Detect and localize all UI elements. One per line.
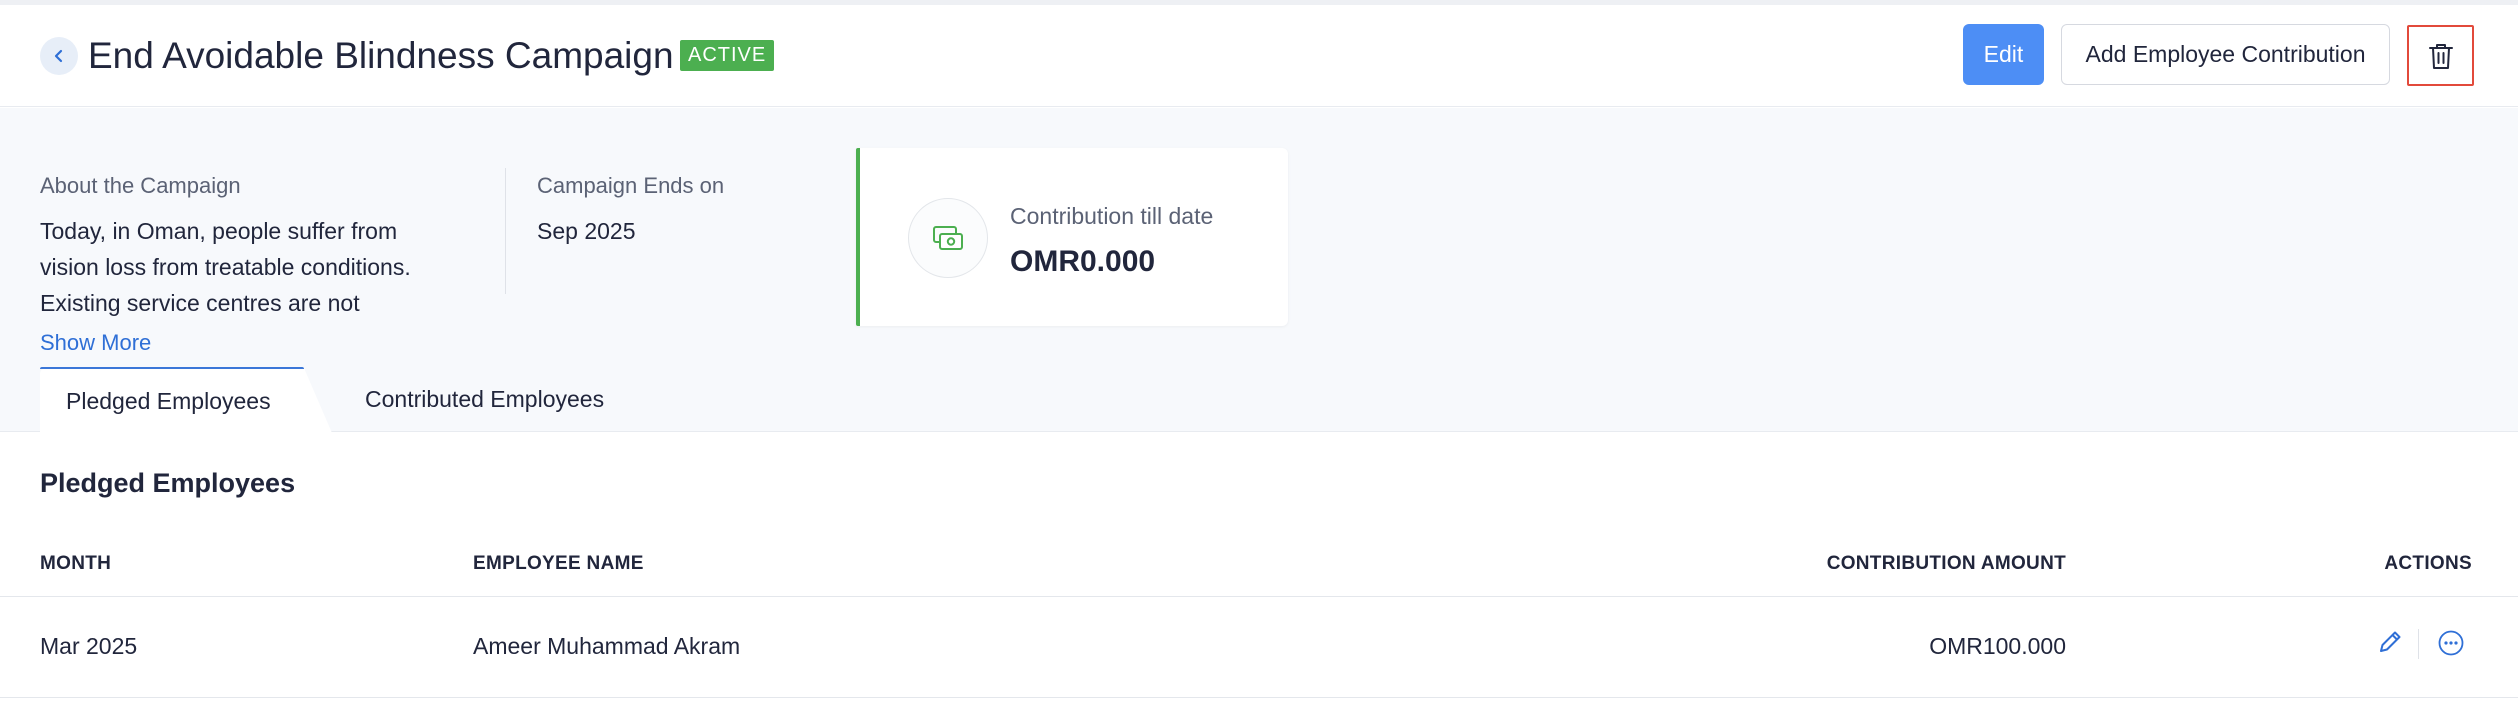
more-horizontal-icon xyxy=(2438,630,2464,656)
table-row-divider xyxy=(0,596,2518,597)
pencil-icon xyxy=(2380,631,2401,652)
column-header-month: MONTH xyxy=(40,553,112,574)
edit-button[interactable]: Edit xyxy=(1963,24,2044,85)
campaign-ends-label: Campaign Ends on xyxy=(537,173,725,198)
row-more-options-button[interactable] xyxy=(2436,628,2466,658)
column-header-employee-name: EMPLOYEE NAME xyxy=(473,553,644,574)
column-header-contribution-amount: CONTRIBUTION AMOUNT xyxy=(1826,553,2066,574)
table-cell-employee-name: Ameer Muhammad Akram xyxy=(473,633,741,659)
campaign-ends-value: Sep 2025 xyxy=(537,218,636,244)
row-edit-button[interactable] xyxy=(2374,626,2406,658)
contribution-card: Contribution till date OMR0.000 xyxy=(856,148,1288,326)
campaign-summary: About the Campaign Today, in Oman, peopl… xyxy=(0,108,2518,432)
table-cell-month: Mar 2025 xyxy=(40,633,138,659)
money-icon-wrapper xyxy=(908,198,988,278)
page-title: End Avoidable Blindness Campaign xyxy=(88,35,674,76)
section-title: Pledged Employees xyxy=(40,468,296,498)
show-more-link[interactable]: Show More xyxy=(40,330,151,356)
action-separator xyxy=(2418,629,2419,659)
money-icon xyxy=(933,226,963,250)
chevron-left-icon xyxy=(54,49,63,63)
about-label: About the Campaign xyxy=(40,173,241,198)
table-row-divider-bottom xyxy=(0,697,2518,698)
status-badge: ACTIVE xyxy=(680,40,775,71)
column-header-actions: ACTIONS xyxy=(2384,553,2472,574)
divider xyxy=(505,168,506,294)
tab-pledged-employees-label[interactable]: Pledged Employees xyxy=(66,388,271,415)
trash-icon xyxy=(2428,43,2453,69)
contribution-label: Contribution till date xyxy=(1010,203,1214,229)
add-employee-contribution-button[interactable]: Add Employee Contribution xyxy=(2061,24,2390,85)
active-tab-indicator xyxy=(40,367,304,369)
table-cell-amount: OMR100.000 xyxy=(1929,633,2066,659)
back-button[interactable] xyxy=(40,37,78,75)
about-text: Today, in Oman, people suffer from visio… xyxy=(40,218,411,316)
tab-contributed-employees[interactable]: Contributed Employees xyxy=(365,386,604,413)
delete-button[interactable] xyxy=(2407,25,2474,86)
contribution-value: OMR0.000 xyxy=(1010,245,1156,278)
page-header: End Avoidable Blindness Campaign ACTIVE … xyxy=(0,5,2518,107)
